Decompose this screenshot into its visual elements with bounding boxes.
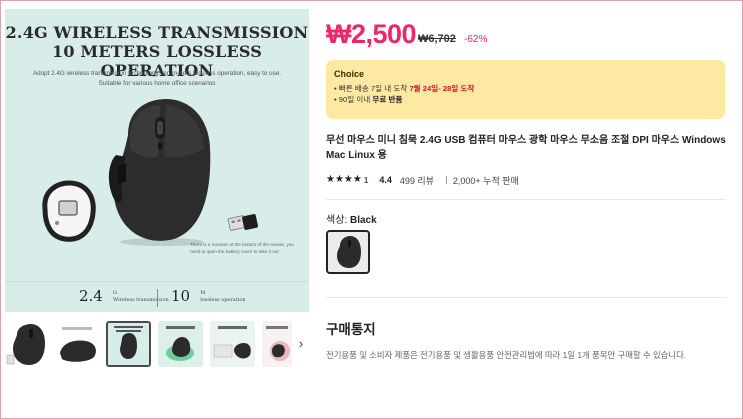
- purchase-notice-body: 전기용품 및 소비자 제품은 전기용품 및 생활용품 안전관리법에 따라 1일 …: [326, 350, 687, 360]
- spec-divider-line: [5, 281, 309, 282]
- delivery-text: • 빠른 배송 7일 내 도착: [334, 84, 410, 93]
- section-divider-1: [326, 199, 726, 200]
- thumbnail-3-selected[interactable]: [106, 321, 151, 367]
- star-rating: ★★★★ 1: [326, 175, 379, 185]
- spec-lossless-value: 10: [171, 287, 191, 305]
- spec-wireless-caption: Wireless transmission: [112, 296, 169, 303]
- thumbnail-3-image: [108, 323, 149, 365]
- choice-delivery: • 빠른 배송 7일 내 도착 7월 24일- 28일 도착: [334, 83, 717, 94]
- spec-lossless-unit: M: [200, 289, 206, 296]
- color-option-label: 색상: Black: [326, 211, 377, 226]
- chevron-right-icon[interactable]: ›: [292, 335, 310, 353]
- thumbnail-1-image: [5, 321, 50, 367]
- thumbnail-6[interactable]: [262, 321, 292, 367]
- discount-badge: -62%: [464, 34, 488, 45]
- star-icons: ★★★★: [326, 174, 362, 185]
- thumbnail-5-image: [210, 321, 255, 367]
- spec-wireless-text: G Wireless transmission: [113, 290, 169, 304]
- thumbnail-4[interactable]: [158, 321, 203, 367]
- main-product-image[interactable]: 2.4G WIRELESS TRANSMISSION 10 METERS LOS…: [5, 9, 309, 312]
- image-headline-1: 2.4G WIRELESS TRANSMISSION: [5, 23, 309, 42]
- choice-benefits-box[interactable]: Choice • 빠른 배송 7일 내 도착 7월 24일- 28일 도착 • …: [326, 60, 725, 119]
- choice-title: Choice: [334, 69, 365, 79]
- spec-lossless-text: Mlossless operation: [200, 290, 245, 304]
- receiver-note: There is a receiver at the bottom of the…: [190, 242, 294, 254]
- spec-wireless-value: 2.4: [79, 287, 103, 305]
- color-value: Black: [349, 215, 377, 226]
- sales-count: 2,000+ 누적 판매: [452, 175, 519, 186]
- spec-lossless: 10 Mlossless operation: [171, 286, 246, 305]
- thumbnail-5[interactable]: [210, 321, 255, 367]
- thumbnail-2[interactable]: [54, 321, 99, 367]
- usb-receiver-illustration: [227, 214, 258, 231]
- star-count-label: 1: [363, 175, 369, 185]
- returns-text: • 90일 이내: [334, 95, 373, 104]
- rating-row: ★★★★ 1 4.4 499 리뷰 2,000+ 누적 판매: [326, 173, 519, 187]
- original-price: ₩6,702: [418, 33, 456, 45]
- spec-wireless-unit: G: [112, 289, 117, 296]
- thumbnail-1[interactable]: [5, 321, 50, 367]
- mouse-bottom-illustration: [42, 180, 96, 242]
- swatch-mouse-image: [328, 232, 368, 272]
- mouse-illustration: [108, 99, 211, 246]
- review-count-link[interactable]: 499 리뷰: [400, 174, 434, 187]
- current-price: ₩2,500: [326, 19, 417, 49]
- section-divider-2: [326, 297, 726, 298]
- delivery-dates: 7월 24일- 28일 도착: [409, 84, 475, 93]
- returns-highlight: 무료 반품: [372, 95, 403, 104]
- product-title: 무선 마우스 미니 침묵 2.4G USB 컴퓨터 마우스 광학 마우스 무소음…: [326, 135, 726, 161]
- image-description: Adopt 2.4G wireless transmission technol…: [32, 70, 282, 87]
- color-label-text: 색상:: [326, 215, 350, 226]
- spec-lossless-caption: lossless operation: [200, 296, 246, 303]
- choice-returns: • 90일 이내 무료 반품: [334, 94, 717, 105]
- thumbnail-6-image: [262, 321, 292, 367]
- color-swatch-black[interactable]: [326, 230, 370, 274]
- thumbnail-strip: ›: [5, 321, 305, 369]
- thumbnail-4-image: [158, 321, 203, 367]
- rating-score: 4.4: [379, 175, 392, 185]
- spec-separator: [157, 289, 158, 307]
- thumbnail-2-image: [54, 321, 99, 367]
- purchase-notice-title: 구매통지: [326, 322, 376, 337]
- spec-wireless: 2.4 G Wireless transmission: [79, 286, 169, 305]
- rating-separator: [445, 176, 447, 184]
